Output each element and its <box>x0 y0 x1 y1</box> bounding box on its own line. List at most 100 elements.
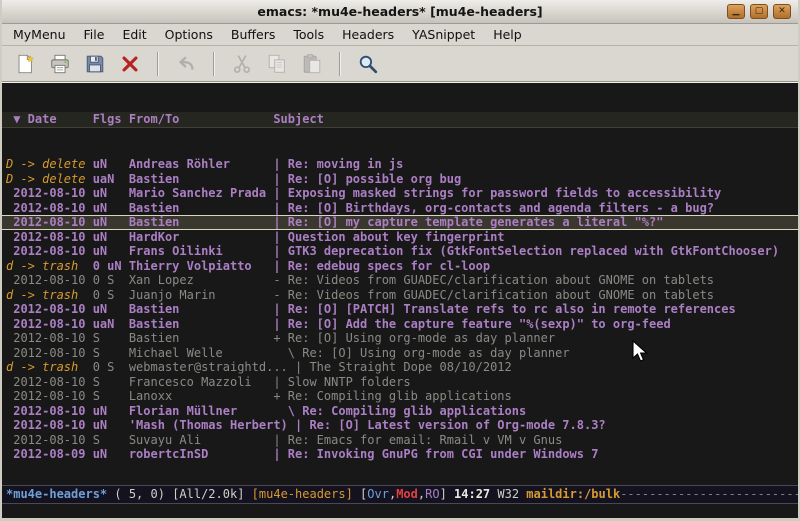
row-flags: 0 uN <box>93 259 129 273</box>
row-date: 2012-08-10 <box>6 273 93 287</box>
message-row[interactable]: d -> trash 0 S webmaster@straightd... | … <box>2 360 798 375</box>
message-row[interactable]: 2012-08-10 uN Bastien | Re: [O] [PATCH] … <box>2 302 798 317</box>
row-flags: uN <box>93 186 129 200</box>
maximize-button[interactable]: ▢ <box>750 4 768 19</box>
column-header-line: ▼ Date Flgs From/To Subject <box>2 112 798 128</box>
message-row[interactable]: D -> delete uN Andreas Röhler | Re: movi… <box>2 157 798 172</box>
close-button[interactable] <box>115 50 145 78</box>
row-from: Lanoxx <box>129 389 274 403</box>
minimize-button[interactable]: ▁ <box>727 4 745 19</box>
copy-icon <box>266 53 288 75</box>
message-row[interactable]: 2012-08-10 uN 'Mash (Thomas Herbert) | R… <box>2 418 798 433</box>
title-bar[interactable]: emacs: *mu4e-headers* [mu4e-headers] ▁▢✕ <box>2 0 798 24</box>
new-file-button[interactable] <box>10 50 40 78</box>
row-flags: 0 S <box>93 360 129 374</box>
message-row[interactable]: d -> trash 0 S Juanjo Marin - Re: Videos… <box>2 288 798 303</box>
menu-item-tools[interactable]: Tools <box>284 25 333 44</box>
modeline-segment-mod: Mod <box>396 487 418 501</box>
row-from: Andreas Röhler <box>129 157 274 171</box>
row-from: Xan Lopez <box>129 273 274 287</box>
column-header-subject[interactable]: Subject <box>273 112 324 126</box>
message-row[interactable]: d -> trash 0 uN Thierry Volpiatto | Re: … <box>2 259 798 274</box>
message-row[interactable]: 2012-08-10 uaN Bastien | Re: [O] Add the… <box>2 317 798 332</box>
row-from: 'Mash (Thomas Herbert) <box>129 418 295 432</box>
row-date: d -> trash <box>6 360 93 374</box>
undo-button <box>171 50 201 78</box>
row-flags: uaN <box>93 317 129 331</box>
row-from: Michael Welle <box>129 346 274 360</box>
row-flags: uN <box>93 418 129 432</box>
modeline-segment-plain: ] <box>440 487 454 501</box>
row-subject: | Re: [O] [PATCH] Translate refs to rc a… <box>273 302 735 316</box>
column-header-from[interactable]: From/To <box>129 112 274 126</box>
close-button[interactable]: ✕ <box>773 4 791 19</box>
window-controls: ▁ ▢ ✕ <box>727 4 798 19</box>
row-date: d -> trash <box>6 259 93 273</box>
message-row[interactable]: 2012-08-10 uN Mario Sanchez Prada | Expo… <box>2 186 798 201</box>
message-row[interactable]: 2012-08-10 uN HardKor | Question about k… <box>2 230 798 245</box>
save-icon <box>84 53 106 75</box>
search-button[interactable] <box>353 50 383 78</box>
modeline-segment-mode: [mu4e-headers] <box>252 487 360 501</box>
message-row[interactable]: 2012-08-10 uN Bastien | Re: [O] my captu… <box>2 215 798 230</box>
menu-item-file[interactable]: File <box>75 25 114 44</box>
row-flags: S <box>93 375 129 389</box>
toolbar-separator <box>157 52 159 76</box>
row-date: D -> delete <box>6 172 93 186</box>
menu-bar: MyMenuFileEditOptionsBuffersToolsHeaders… <box>2 24 798 46</box>
row-from: Bastien <box>129 215 274 229</box>
message-row[interactable]: 2012-08-10 S Lanoxx + Re: Compiling glib… <box>2 389 798 404</box>
modeline-segment-plain: [All/2.0k] <box>172 487 251 501</box>
row-from: Bastien <box>129 302 274 316</box>
mode-line[interactable]: *mu4e-headers* ( 5, 0) [All/2.0k] [mu4e-… <box>2 485 798 504</box>
row-flags: uN <box>93 157 129 171</box>
row-subject: | Re: [O] Birthdays, org-contacts and ag… <box>273 201 714 215</box>
row-subject: - Re: Videos from GUADEC/clarification a… <box>273 288 714 302</box>
modeline-segment-dashes: ----------------------------------------… <box>620 487 798 501</box>
undo-icon <box>175 53 197 75</box>
print-button[interactable] <box>45 50 75 78</box>
modeline-segment-plain: ( 5, 0) <box>107 487 172 501</box>
print-icon <box>49 53 71 75</box>
message-row[interactable]: 2012-08-10 S Bastien + Re: [O] Using org… <box>2 331 798 346</box>
menu-item-buffers[interactable]: Buffers <box>222 25 284 44</box>
toolbar-separator <box>339 52 341 76</box>
message-row[interactable]: 2012-08-10 S Suvayu Ali | Re: Emacs for … <box>2 433 798 448</box>
message-row[interactable]: 2012-08-09 uN robertcInSD | Re: Invoking… <box>2 447 798 462</box>
row-flags: uN <box>93 230 129 244</box>
row-from: webmaster@straightd... <box>129 360 295 374</box>
menu-item-mymenu[interactable]: MyMenu <box>4 25 75 44</box>
row-date: 2012-08-10 <box>6 346 93 360</box>
row-flags: uN <box>93 447 129 461</box>
message-row[interactable]: 2012-08-10 uN Frans Oilinki | GTK3 depre… <box>2 244 798 259</box>
save-button[interactable] <box>80 50 110 78</box>
row-date: 2012-08-10 <box>6 389 93 403</box>
message-row[interactable]: D -> delete uaN Bastien | Re: [O] possib… <box>2 172 798 187</box>
menu-item-edit[interactable]: Edit <box>113 25 155 44</box>
message-row[interactable]: 2012-08-10 0 S Xan Lopez - Re: Videos fr… <box>2 273 798 288</box>
message-row[interactable]: 2012-08-10 uN Bastien | Re: [O] Birthday… <box>2 201 798 216</box>
row-from: Juanjo Marin <box>129 288 274 302</box>
menu-item-headers[interactable]: Headers <box>333 25 403 44</box>
message-row[interactable]: 2012-08-10 S Francesco Mazzoli | Slow NN… <box>2 375 798 390</box>
row-subject: \ Re: Compiling glib applications <box>273 404 526 418</box>
menu-item-help[interactable]: Help <box>484 25 531 44</box>
column-header-flags[interactable]: Flgs <box>93 112 129 126</box>
row-flags: uN <box>93 244 129 258</box>
message-row[interactable]: 2012-08-10 uN Florian Müllner \ Re: Comp… <box>2 404 798 419</box>
row-subject: | Re: moving in js <box>273 157 403 171</box>
row-flags: uN <box>93 215 129 229</box>
row-from: robertcInSD <box>129 447 274 461</box>
row-date: 2012-08-10 <box>6 186 93 200</box>
headers-buffer: ▼ Date Flgs From/To Subject D -> delete … <box>2 82 798 485</box>
modeline-segment-ovr: Ovr <box>367 487 389 501</box>
emacs-window: emacs: *mu4e-headers* [mu4e-headers] ▁▢✕… <box>0 0 800 521</box>
column-header-date[interactable]: ▼ Date <box>6 112 93 126</box>
message-row[interactable]: 2012-08-10 S Michael Welle \ Re: [O] Usi… <box>2 346 798 361</box>
menu-item-options[interactable]: Options <box>156 25 222 44</box>
row-date: d -> trash <box>6 288 93 302</box>
menu-item-yasnippet[interactable]: YASnippet <box>403 25 484 44</box>
row-subject: + Re: [O] Using org-mode as day planner <box>273 331 555 345</box>
minibuffer[interactable] <box>2 504 798 518</box>
row-from: Mario Sanchez Prada <box>129 186 274 200</box>
